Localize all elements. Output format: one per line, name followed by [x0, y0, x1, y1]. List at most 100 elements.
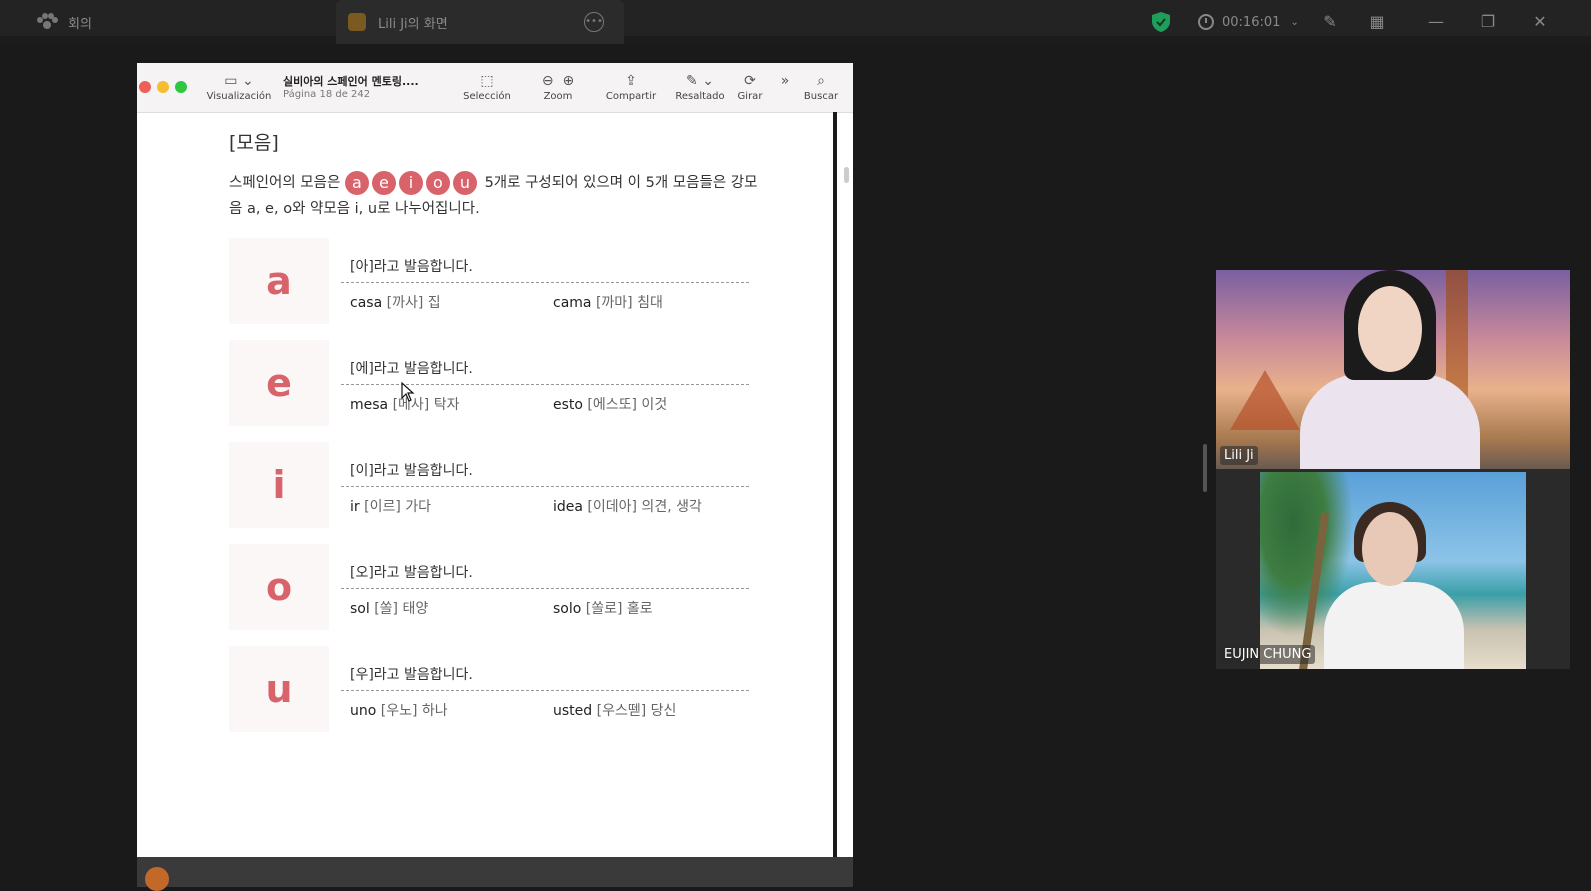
video-panel-resize-handle[interactable] — [1203, 444, 1207, 492]
dotted-divider — [341, 486, 749, 487]
search-button[interactable]: ⌕ Buscar — [801, 71, 841, 102]
example-1: ir [이르] 가다 — [350, 496, 431, 516]
dotted-divider — [341, 588, 749, 589]
example-1: sol [쏠] 태양 — [350, 598, 428, 618]
example-2: cama [까마] 침대 — [553, 292, 663, 312]
vowel-pronunciation: [이]라고 발음합니다. — [350, 463, 473, 479]
share-button-label: Compartir — [605, 91, 657, 102]
participant-video-lili-ji[interactable]: Lili Ji — [1216, 270, 1570, 469]
example-word: sol — [350, 601, 370, 617]
highlight-button-label: Resaltado — [675, 91, 725, 102]
intro-vowel-badges: aeiou — [344, 171, 485, 195]
view-button[interactable]: ▭ ⌄ Visualización — [205, 71, 273, 102]
example-word: uno — [350, 703, 377, 719]
highlight-pen-icon: ✎ ⌄ — [686, 73, 714, 89]
highlight-button[interactable]: ✎ ⌄ Resaltado — [674, 71, 726, 102]
app-dock-icon[interactable] — [145, 867, 169, 891]
example-korean: [우노] 하나 — [380, 703, 448, 719]
sidebar-view-icon: ▭ ⌄ — [224, 73, 254, 89]
example-2: idea [이데아] 의견, 생각 — [553, 496, 702, 516]
minimize-icon[interactable]: — — [1426, 12, 1446, 32]
page-heading: [모음] — [229, 132, 279, 154]
vowel-row-o: o [오]라고 발음합니다. sol [쏠] 태양 solo [쏠로] 홀로 — [229, 544, 749, 634]
selection-rect-icon: ⬚ — [480, 73, 494, 89]
example-korean: [이데아] 의견, 생각 — [587, 499, 702, 515]
participant-name-tag: Lili Ji — [1220, 446, 1258, 465]
tab-screen-share[interactable]: Lili Ji의 화면 ••• — [336, 0, 624, 44]
vowel-letter: e — [229, 340, 329, 426]
view-button-label: Visualización — [206, 91, 272, 102]
document-title: 실비아의 스페인어 멘토링.... — [283, 75, 419, 88]
example-word: mesa — [350, 397, 389, 413]
security-shield-icon[interactable] — [1152, 12, 1170, 32]
example-word: ir — [350, 499, 360, 515]
example-korean: [까마] 침대 — [595, 295, 663, 311]
vowel-letter: a — [229, 238, 329, 324]
vowel-badge: o — [425, 171, 450, 195]
meeting-timer[interactable]: 00:16:01 ⌄ — [1198, 0, 1299, 44]
example-2: usted [우스뗃] 당신 — [553, 700, 676, 720]
example-2: esto [에스또] 이것 — [553, 394, 667, 414]
presenter-avatar-icon — [348, 13, 366, 31]
tab-screen-share-label: Lili Ji의 화면 — [378, 16, 448, 32]
selection-button[interactable]: ⬚ Selección — [459, 71, 515, 102]
example-1: uno [우노] 하나 — [350, 700, 448, 720]
tab-meeting[interactable]: 회의 — [0, 0, 330, 44]
example-1: casa [까사] 집 — [350, 292, 441, 312]
example-korean: [이르] 가다 — [364, 499, 432, 515]
zoom-button-label: Zoom — [543, 91, 573, 102]
vowel-badge: a — [344, 171, 369, 195]
close-icon[interactable]: ✕ — [1530, 12, 1550, 32]
participant-face — [1362, 512, 1418, 586]
example-korean: [까사] 집 — [386, 295, 441, 311]
mouse-cursor-icon — [401, 382, 415, 402]
search-icon: ⌕ — [817, 73, 825, 89]
example-2: solo [쏠로] 홀로 — [553, 598, 653, 618]
example-korean: [쏠로] 홀로 — [585, 601, 653, 617]
vowel-letter: i — [229, 442, 329, 528]
selection-button-label: Selección — [463, 91, 511, 102]
example-word: solo — [553, 601, 582, 617]
example-korean: [쏠] 태양 — [374, 601, 429, 617]
chevrons-right-icon: » — [780, 73, 790, 89]
window-zoom-button[interactable] — [175, 81, 187, 93]
restore-window-icon[interactable]: ❐ — [1478, 12, 1498, 32]
clock-icon — [1198, 14, 1214, 30]
vowel-pronunciation: [우]라고 발음합니다. — [350, 667, 473, 683]
pdf-toolbar: ▭ ⌄ Visualización 실비아의 스페인어 멘토링.... Pági… — [137, 63, 853, 113]
vowel-badge: u — [452, 171, 477, 195]
window-minimize-button[interactable] — [157, 81, 169, 93]
dotted-divider — [341, 282, 749, 283]
zoom-out-in-icon: ⊖ ⊕ — [541, 73, 575, 89]
more-tools-button[interactable]: » — [775, 71, 795, 91]
vowel-row-i: i [이]라고 발음합니다. ir [이르] 가다 idea [이데아] 의견,… — [229, 442, 749, 532]
pdf-page: [모음] 스페인어의 모음은 aeiou 5개로 구성되어 있으며 이 5개 모… — [137, 112, 833, 887]
window-close-button[interactable] — [139, 81, 151, 93]
page-indicator: Página 18 de 242 — [283, 89, 371, 100]
zoom-button[interactable]: ⊖ ⊕ Zoom — [529, 71, 587, 102]
tab-meeting-label: 회의 — [68, 16, 92, 32]
paw-icon — [36, 12, 58, 32]
pdf-scroll-thumb[interactable] — [844, 167, 849, 183]
vowel-letter: u — [229, 646, 329, 732]
dotted-divider — [341, 690, 749, 691]
more-options-icon[interactable]: ••• — [584, 12, 604, 32]
participant-video-eujin-chung[interactable] — [1260, 472, 1526, 669]
search-button-label: Buscar — [803, 91, 839, 102]
vowel-letter: o — [229, 544, 329, 630]
temple-background — [1230, 370, 1300, 430]
vowel-row-u: u [우]라고 발음합니다. uno [우노] 하나 usted [우스뗃] 당… — [229, 646, 749, 736]
participant-face — [1358, 286, 1422, 372]
participant-name-tag: EUJIN CHUNG — [1220, 645, 1316, 664]
share-button[interactable]: ⇪ Compartir — [603, 71, 659, 102]
share-icon: ⇪ — [625, 73, 637, 89]
pdf-scroll-track[interactable] — [833, 112, 837, 887]
example-korean: [에스또] 이것 — [587, 397, 668, 413]
rotate-button[interactable]: ⟳ Girar — [733, 71, 767, 102]
example-word: idea — [553, 499, 583, 515]
vowel-pronunciation: [에]라고 발음합니다. — [350, 361, 473, 377]
layout-grid-icon[interactable]: ▦ — [1367, 12, 1387, 32]
annotate-pen-icon[interactable]: ✎ — [1320, 12, 1340, 32]
rotate-icon: ⟳ — [744, 73, 756, 89]
intro-paragraph: 스페인어의 모음은 aeiou 5개로 구성되어 있으며 이 5개 모음들은 강… — [229, 170, 769, 222]
